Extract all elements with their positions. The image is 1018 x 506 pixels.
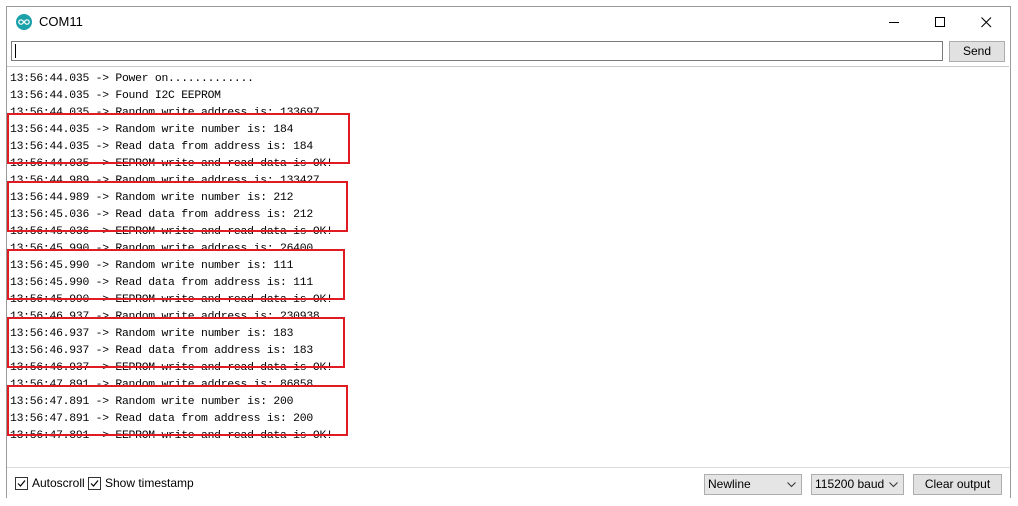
send-row: Send [7,40,1010,64]
highlight-box [7,385,348,436]
highlight-box [7,181,348,232]
minimize-button[interactable] [871,7,917,37]
send-button[interactable]: Send [949,41,1005,62]
baud-rate-select[interactable]: 115200 baud [811,474,904,495]
checkbox-box[interactable] [15,476,28,490]
highlight-box [7,113,350,164]
highlight-box [7,317,345,368]
show-timestamp-checkbox[interactable]: Show timestamp [88,476,194,490]
output-line: 13:56:44.035 -> Found I2C EEPROM [10,90,221,102]
message-input[interactable] [11,41,943,61]
checkmark-icon [17,479,26,487]
serial-monitor-window: COM11 Send 13:56:44.035 -> Power on.....… [6,6,1011,498]
autoscroll-checkbox[interactable]: Autoscroll [15,476,85,490]
baud-rate-value: 115200 baud [815,477,885,491]
clear-output-button[interactable]: Clear output [913,474,1002,495]
checkbox-box[interactable] [88,476,101,490]
maximize-button[interactable] [917,7,963,37]
highlight-box [7,249,345,300]
footer-bar: Autoscroll Show timestamp Newline 115200… [7,467,1010,498]
chevron-down-icon [787,482,796,488]
line-ending-select[interactable]: Newline [704,474,802,495]
output-line: 13:56:44.035 -> Power on............. [10,73,254,85]
title-bar: COM11 [7,7,1010,37]
arduino-logo-icon [16,14,32,30]
autoscroll-label: Autoscroll [32,476,85,490]
show-timestamp-label: Show timestamp [105,476,194,490]
maximize-icon [935,17,945,27]
minimize-icon [889,22,899,23]
close-button[interactable] [963,7,1009,37]
serial-output[interactable]: 13:56:44.035 -> Power on............. 13:… [7,66,1009,466]
text-caret [15,44,16,58]
close-icon [981,17,992,28]
checkmark-icon [90,479,99,487]
window-title: COM11 [39,14,83,29]
line-ending-value: Newline [708,477,751,491]
chevron-down-icon [889,482,898,488]
